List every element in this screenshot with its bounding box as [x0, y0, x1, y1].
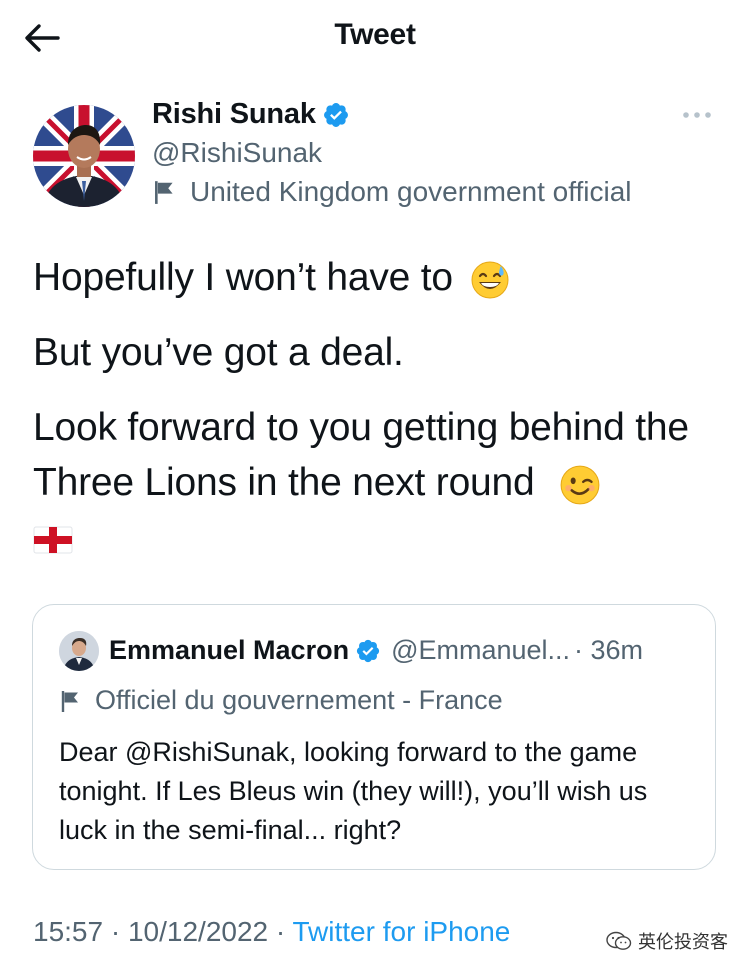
tweet-text: Hopefully I won’t have to But you’ve got…	[33, 250, 723, 565]
meta-separator: ·	[275, 916, 286, 947]
page-title: Tweet	[334, 18, 416, 51]
watermark: 英伦投资客	[606, 928, 728, 954]
quoted-government-label: Officiel du gouvernement - France	[59, 685, 503, 716]
quoted-author-name[interactable]: Emmanuel Macron	[109, 635, 349, 666]
tweet-time: 15:57	[33, 916, 104, 947]
government-flag-icon	[155, 181, 173, 204]
meta-separator: ·	[110, 916, 121, 947]
government-flag-icon	[61, 690, 78, 712]
top-bar: Tweet	[0, 0, 750, 76]
tweet-meta: 15:57 · 10/12/2022 · Twitter for iPhone	[33, 916, 510, 948]
tweet-line-1-text: Hopefully I won’t have to	[33, 256, 453, 299]
government-label: United Kingdom government official	[152, 176, 632, 208]
author-name-text[interactable]: Rishi Sunak	[152, 98, 316, 131]
quoted-tweet-card[interactable]: Emmanuel Macron @Emmanuel... · 36m Offic…	[32, 604, 716, 870]
tweet-line-1: Hopefully I won’t have to	[33, 250, 723, 305]
tweet-detail-page: Tweet Rishi Sunak @RishiSunak United Kin…	[0, 0, 750, 976]
author-avatar[interactable]	[33, 105, 135, 207]
tweet-source-link[interactable]: Twitter for iPhone	[293, 916, 511, 947]
quoted-government-label-text: Officiel du gouvernement - France	[95, 685, 503, 715]
tweet-date: 10/12/2022	[127, 916, 269, 947]
watermark-text: 英伦投资客	[638, 932, 728, 953]
more-options-button[interactable]	[680, 102, 714, 128]
grinning-sweat-emoji	[471, 261, 509, 299]
winking-emoji	[560, 465, 600, 505]
england-flag-emoji	[33, 526, 73, 554]
wechat-icon	[606, 931, 632, 950]
more-options-icon[interactable]	[682, 111, 712, 119]
quoted-author[interactable]: Emmanuel Macron @Emmanuel... · 36m	[109, 635, 643, 666]
quoted-tweet-age: · 36m	[574, 635, 644, 665]
author-handle[interactable]: @RishiSunak	[152, 137, 322, 169]
quoted-tweet-text: Dear @RishiSunak, looking forward to the…	[59, 737, 648, 845]
quoted-author-handle[interactable]: @Emmanuel...	[391, 635, 570, 666]
verified-badge-icon	[356, 639, 380, 662]
government-label-text: United Kingdom government official	[190, 176, 632, 207]
tweet-line-3: Look forward to you getting behind the T…	[33, 400, 723, 565]
author-name[interactable]: Rishi Sunak	[152, 98, 350, 131]
quoted-author-avatar[interactable]	[59, 631, 99, 671]
tweet-line-2: But you’ve got a deal.	[33, 331, 404, 374]
verified-badge-icon	[323, 102, 348, 127]
